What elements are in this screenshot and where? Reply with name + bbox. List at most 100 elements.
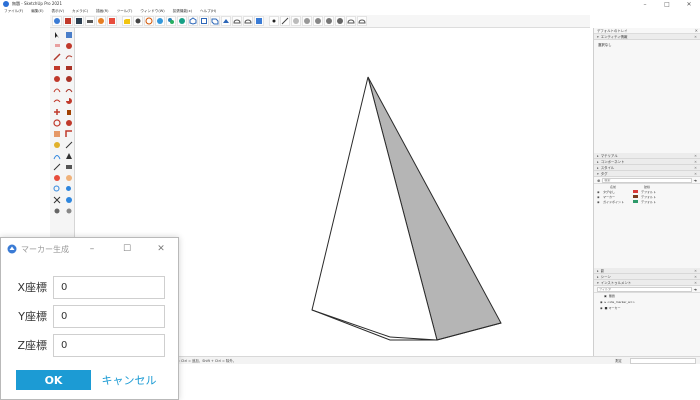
paint-icon[interactable] xyxy=(63,41,74,51)
axes-icon[interactable] xyxy=(51,162,62,172)
panel-close-icon[interactable]: ✕ xyxy=(694,35,697,39)
styles-icon[interactable] xyxy=(177,16,187,26)
view-top-icon[interactable] xyxy=(199,16,209,26)
panel-tags[interactable]: ▾ タグ ✕ xyxy=(594,171,700,177)
menu-window[interactable]: ウィンドウ(W) xyxy=(136,9,168,14)
menu-extensions[interactable]: 拡張機能(x) xyxy=(169,9,196,14)
previous-view-icon[interactable] xyxy=(63,195,74,205)
paint-bucket-icon[interactable] xyxy=(155,16,165,26)
close-button[interactable]: ✕ xyxy=(678,0,700,8)
save-icon[interactable] xyxy=(74,16,84,26)
rectangle-icon[interactable] xyxy=(51,63,62,73)
outliner-filter-input[interactable] xyxy=(597,286,692,292)
clock-icon[interactable] xyxy=(144,16,154,26)
scale-icon[interactable] xyxy=(51,129,62,139)
tag-color-swatch[interactable] xyxy=(633,189,638,194)
rotated-rectangle-icon[interactable] xyxy=(63,63,74,73)
guide-point-icon[interactable] xyxy=(269,16,279,26)
cloud-sync-icon[interactable] xyxy=(346,16,356,26)
eye-icon[interactable]: ◉ xyxy=(600,306,603,310)
zoom-window-icon[interactable] xyxy=(63,184,74,194)
outliner-details-icon[interactable]: ➜ xyxy=(694,287,697,292)
pie-icon[interactable] xyxy=(63,96,74,106)
tags-details-icon[interactable]: ➜ xyxy=(694,178,697,183)
panel-close-icon[interactable]: ✕ xyxy=(694,154,697,158)
tray-close-icon[interactable]: ✕ xyxy=(695,28,698,33)
text-icon[interactable] xyxy=(63,151,74,161)
subtract-icon[interactable] xyxy=(324,16,334,26)
menu-edit[interactable]: 編集(E) xyxy=(27,9,47,14)
position-camera-icon[interactable] xyxy=(51,206,62,216)
follow-me-icon[interactable] xyxy=(63,118,74,128)
marker-tool-icon[interactable] xyxy=(254,16,264,26)
two-point-arc-icon[interactable] xyxy=(63,85,74,95)
make-component-icon[interactable] xyxy=(63,30,74,40)
trim-icon[interactable] xyxy=(335,16,345,26)
intersect-icon[interactable] xyxy=(302,16,312,26)
menu-tools[interactable]: ツール(T) xyxy=(113,9,137,14)
components-icon[interactable] xyxy=(166,16,176,26)
eraser-icon[interactable] xyxy=(51,41,62,51)
select-arrow-icon[interactable] xyxy=(51,30,62,40)
panel-close-icon[interactable]: ✕ xyxy=(694,269,697,273)
line-tool-icon[interactable] xyxy=(280,16,290,26)
menu-view[interactable]: 表示(V) xyxy=(48,9,68,14)
cancel-button[interactable]: キャンセル xyxy=(95,370,163,390)
panel-close-icon[interactable]: ✕ xyxy=(694,160,697,164)
menu-file[interactable]: ファイル(F) xyxy=(0,9,27,14)
warehouse-icon[interactable] xyxy=(52,16,62,26)
union-icon[interactable] xyxy=(313,16,323,26)
circle-icon[interactable] xyxy=(51,74,62,84)
menu-help[interactable]: ヘルプ(H) xyxy=(196,9,220,14)
polygon-icon[interactable] xyxy=(63,74,74,84)
move-icon[interactable] xyxy=(51,107,62,117)
zoom-extents-icon[interactable] xyxy=(51,195,62,205)
y-coordinate-input[interactable] xyxy=(53,304,165,328)
tag-color-swatch[interactable] xyxy=(633,199,638,204)
maximize-button[interactable]: □ xyxy=(656,0,678,8)
protractor-icon[interactable] xyxy=(51,151,62,161)
pencil-line-icon[interactable] xyxy=(51,52,62,62)
add-tag-icon[interactable]: ⊕ xyxy=(597,178,600,183)
z-coordinate-input[interactable] xyxy=(53,333,165,357)
eye-icon[interactable]: ◉ xyxy=(600,300,603,304)
tape-measure-icon[interactable] xyxy=(51,140,62,150)
ok-button[interactable]: OK xyxy=(16,370,91,390)
panel-close-icon[interactable]: ✕ xyxy=(694,166,697,170)
view-front-icon[interactable] xyxy=(210,16,220,26)
print-icon[interactable] xyxy=(85,16,95,26)
panel-entity-info[interactable]: ▾ エンティティ情報 ✕ xyxy=(594,34,700,40)
view-iso-icon[interactable] xyxy=(188,16,198,26)
extension-warehouse-icon[interactable] xyxy=(63,16,73,26)
walk-icon[interactable] xyxy=(63,206,74,216)
view-side-icon[interactable] xyxy=(221,16,231,26)
offset-icon[interactable] xyxy=(63,129,74,139)
x-coordinate-input[interactable] xyxy=(53,275,165,299)
layout-icon[interactable] xyxy=(107,16,117,26)
3d-text-icon[interactable] xyxy=(63,162,74,172)
three-point-arc-icon[interactable] xyxy=(51,96,62,106)
dimension-icon[interactable] xyxy=(63,140,74,150)
menu-camera[interactable]: カメラ(C) xyxy=(68,9,92,14)
orbit-icon[interactable] xyxy=(51,173,62,183)
solid-tools-icon[interactable] xyxy=(291,16,301,26)
open-folder-icon[interactable] xyxy=(122,16,132,26)
minimize-button[interactable]: – xyxy=(634,0,656,8)
panel-close-icon[interactable]: ✕ xyxy=(694,275,697,279)
model-info-icon[interactable] xyxy=(96,16,106,26)
menu-draw[interactable]: 描画(R) xyxy=(92,9,113,14)
arc-icon[interactable] xyxy=(51,85,62,95)
cloud-upload-icon[interactable] xyxy=(232,16,242,26)
panel-close-icon[interactable]: ✕ xyxy=(694,281,697,285)
tags-search-input[interactable] xyxy=(602,177,692,183)
freehand-icon[interactable] xyxy=(63,52,74,62)
panel-close-icon[interactable]: ✕ xyxy=(694,172,697,176)
panel-outliner[interactable]: ▾ インストゥルメント ✕ xyxy=(594,280,700,286)
gear-icon[interactable] xyxy=(133,16,143,26)
pan-icon[interactable] xyxy=(63,173,74,183)
chevron-right-icon[interactable]: ▸ xyxy=(605,300,607,304)
outliner-item[interactable]: ◉ ■ マーカー xyxy=(594,305,700,311)
push-pull-icon[interactable] xyxy=(63,107,74,117)
zoom-icon[interactable] xyxy=(51,184,62,194)
tag-color-swatch[interactable] xyxy=(633,194,638,199)
